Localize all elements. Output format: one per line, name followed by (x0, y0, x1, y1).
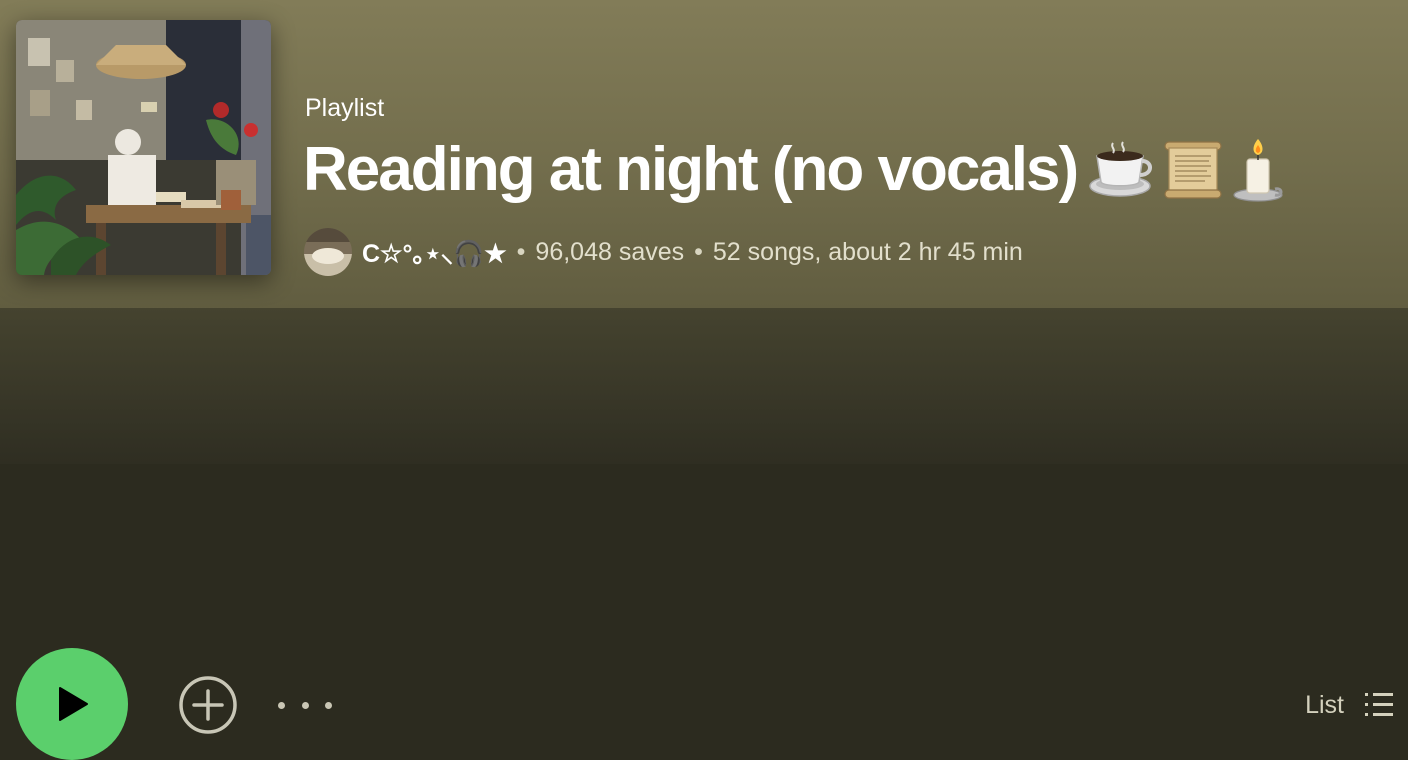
playlist-meta: C☆°｡⋆⸜🎧★ • 96,048 saves • 52 songs, abou… (304, 228, 1023, 276)
view-toggle-button[interactable]: List (1305, 686, 1394, 724)
more-dots-icon (278, 701, 285, 709)
scroll-icon (1164, 141, 1222, 199)
list-icon (1365, 693, 1393, 716)
more-dots-icon (301, 701, 309, 709)
owner-avatar[interactable] (304, 228, 352, 276)
owner-name-link[interactable]: C☆°｡⋆⸜🎧★ (362, 234, 507, 270)
coffee-cup-icon (1089, 141, 1153, 197)
title-emoji-group (1089, 137, 1285, 203)
action-bar: List (0, 308, 1408, 760)
meta-separator: • (694, 237, 703, 266)
songs-duration-summary: 52 songs, about 2 hr 45 min (712, 237, 1023, 266)
candle-icon (1233, 138, 1283, 202)
playlist-title-text: Reading at night (no vocals) (303, 135, 1079, 204)
playlist-title: Reading at night (no vocals) (303, 132, 1285, 208)
play-icon (59, 687, 88, 721)
more-options-button[interactable] (278, 688, 332, 722)
playlist-type-label: Playlist (305, 94, 385, 122)
saves-count: 96,048 saves (535, 237, 685, 266)
plus-circle-icon (179, 676, 237, 734)
more-dots-icon (325, 701, 332, 709)
view-toggle-label: List (1305, 690, 1344, 719)
meta-separator: • (516, 237, 526, 266)
playlist-header: Playlist Reading at night (no vocals) C☆… (0, 0, 1408, 308)
play-button[interactable] (16, 648, 128, 760)
add-to-library-button[interactable] (178, 675, 238, 735)
playlist-cover-image[interactable] (16, 20, 271, 275)
